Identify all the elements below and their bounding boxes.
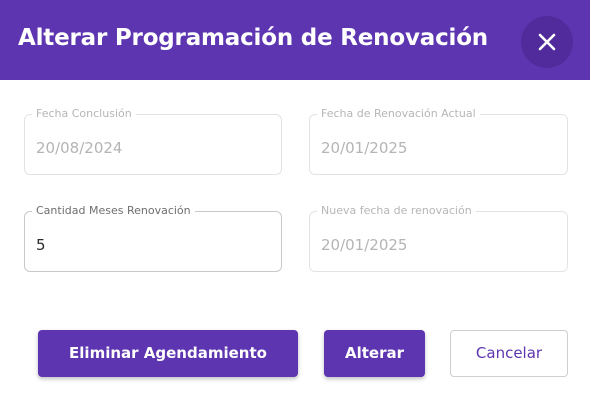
nueva-fecha-field: Nueva fecha de renovación 20/01/2025 [309, 204, 568, 272]
nueva-fecha-value: 20/01/2025 [321, 236, 408, 254]
fecha-conclusion-value: 20/08/2024 [36, 139, 123, 157]
eliminar-agendamiento-button[interactable]: Eliminar Agendamiento [38, 330, 298, 377]
alterar-button[interactable]: Alterar [324, 330, 425, 377]
close-icon [538, 33, 556, 51]
fecha-conclusion-label: Fecha Conclusión [32, 107, 136, 121]
renewal-schedule-dialog: Alterar Programación de Renovación Fecha… [0, 0, 590, 401]
cancelar-button[interactable]: Cancelar [450, 330, 568, 377]
cantidad-meses-field[interactable]: Cantidad Meses Renovación 5 [24, 204, 282, 272]
nueva-fecha-label: Nueva fecha de renovación [317, 204, 476, 218]
close-button[interactable] [521, 16, 573, 68]
fecha-conclusion-field: Fecha Conclusión 20/08/2024 [24, 107, 282, 175]
dialog-title: Alterar Programación de Renovación [18, 25, 488, 51]
cantidad-meses-input[interactable]: 5 [36, 236, 46, 254]
cantidad-meses-label: Cantidad Meses Renovación [32, 204, 195, 218]
fecha-renovacion-actual-field: Fecha de Renovación Actual 20/01/2025 [309, 107, 568, 175]
fecha-renovacion-actual-label: Fecha de Renovación Actual [317, 107, 480, 121]
fecha-renovacion-actual-value: 20/01/2025 [321, 139, 408, 157]
dialog-header: Alterar Programación de Renovación [0, 0, 590, 80]
